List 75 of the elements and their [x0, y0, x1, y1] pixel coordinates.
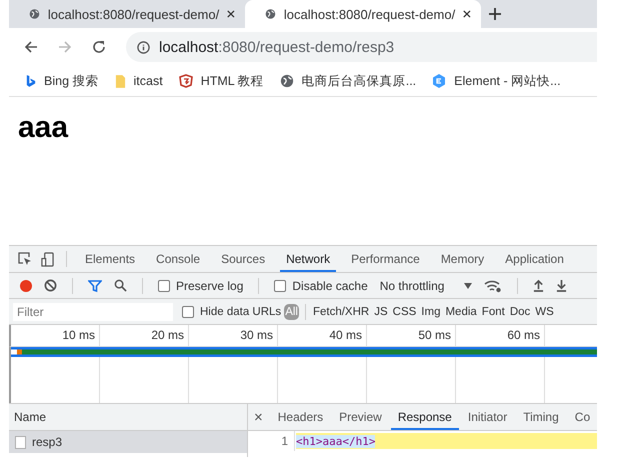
type-filter-button[interactable]: CSS — [392, 304, 418, 320]
browser-tab[interactable]: localhost:8080/request-demo/ — [245, 0, 481, 28]
devtools-tab[interactable]: Console — [150, 246, 206, 272]
close-icon[interactable] — [463, 9, 471, 19]
bookmark[interactable]: itcast — [114, 74, 163, 88]
hexagon-icon — [432, 74, 446, 88]
detail-tab[interactable]: Response — [390, 404, 459, 430]
close-button[interactable]: × — [248, 408, 269, 426]
wifi-settings-icon[interactable] — [484, 278, 502, 292]
time-tick: 30 ms — [240, 328, 273, 342]
browser-tab[interactable]: localhost:8080/request-demo/ — [9, 0, 245, 28]
close-icon[interactable] — [227, 9, 235, 19]
caret-icon — [464, 282, 472, 288]
checkbox-label: Hide data URLs — [200, 306, 282, 318]
devtools-tab[interactable]: Network — [280, 246, 336, 272]
folder-icon — [114, 74, 126, 88]
time-tick: 50 ms — [418, 328, 451, 342]
shield-icon — [178, 74, 193, 88]
devtools-tab[interactable]: Sources — [215, 246, 272, 272]
b-logo-icon — [26, 74, 36, 88]
type-filter-button[interactable]: Font — [480, 304, 506, 320]
column-header[interactable]: Name — [9, 404, 247, 431]
time-tick: 60 ms — [507, 328, 540, 342]
detail-tab[interactable]: Co — [568, 404, 597, 430]
tab-title: localhost:8080/request-demo/ — [284, 6, 456, 22]
type-filter-button[interactable]: WS — [534, 304, 555, 320]
reload-icon[interactable] — [92, 40, 106, 54]
time-tick: 40 ms — [329, 328, 362, 342]
devtools-tab[interactable]: Application — [499, 246, 570, 272]
type-filter-button[interactable]: Doc — [508, 304, 532, 320]
detail-tab[interactable]: Headers — [270, 404, 330, 430]
detail-tab[interactable]: Timing — [516, 404, 566, 430]
checkbox-label: Preserve log — [176, 278, 244, 292]
clear-icon[interactable] — [44, 279, 57, 292]
upload-icon[interactable] — [533, 279, 544, 292]
globe-icon — [29, 7, 40, 21]
bookmark[interactable]: Bing 搜索 — [26, 72, 98, 90]
type-filter-button[interactable]: Fetch/XHR — [312, 304, 370, 320]
download-icon[interactable] — [556, 279, 568, 292]
search-icon[interactable] — [114, 279, 127, 292]
detail-tab[interactable]: Initiator — [460, 404, 514, 430]
globe-icon — [265, 7, 276, 21]
checkbox[interactable] — [274, 280, 286, 292]
line-number: 1 — [248, 431, 295, 451]
request-row[interactable]: resp3 — [9, 431, 247, 453]
page-heading: aaa — [17, 110, 68, 145]
checkbox-label: Disable cache — [292, 278, 368, 292]
url-text: localhost:8080/request-demo/resp3 — [159, 38, 394, 56]
new-tab-icon[interactable] — [489, 8, 501, 20]
back-icon[interactable] — [24, 40, 38, 54]
device-icon[interactable] — [41, 252, 54, 266]
checkbox[interactable] — [182, 306, 194, 318]
type-filter-button[interactable]: JS — [373, 304, 389, 320]
document-icon — [15, 436, 26, 448]
time-tick: 20 ms — [151, 328, 184, 342]
checkbox[interactable] — [158, 280, 170, 292]
address-field[interactable]: localhost:8080/request-demo/resp3 — [126, 32, 597, 62]
filter-icon[interactable] — [88, 278, 102, 292]
time-tick: 10 ms — [62, 328, 95, 342]
record-button[interactable] — [20, 280, 32, 292]
detail-tab[interactable]: Preview — [332, 404, 389, 430]
devtools-tab[interactable]: Memory — [434, 246, 490, 272]
bookmark[interactable]: HTML 教程 — [178, 72, 264, 90]
tab-title: localhost:8080/request-demo/ — [48, 6, 220, 22]
devtools-tab[interactable]: Elements — [79, 246, 142, 272]
info-icon — [137, 40, 150, 54]
bookmark[interactable]: 电商后台高保真原... — [280, 72, 416, 90]
devtools-tab[interactable]: Performance — [345, 246, 426, 272]
filter-field[interactable]: Filter — [13, 302, 173, 320]
throttling-dropdown[interactable]: No throttling — [380, 278, 472, 292]
globe-icon — [280, 74, 294, 88]
inspect-icon[interactable] — [18, 252, 32, 266]
type-filter-button[interactable]: Img — [420, 304, 442, 320]
bookmark[interactable]: Element - 网站快... — [432, 72, 561, 90]
type-filter-button[interactable]: Media — [444, 304, 478, 320]
